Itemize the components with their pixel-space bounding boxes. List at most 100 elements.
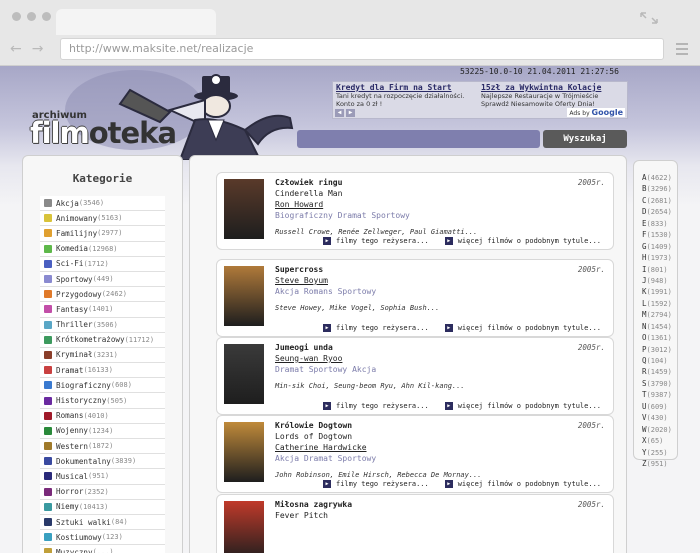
alphabet-letter[interactable]: R(1459) — [634, 367, 677, 378]
category-item[interactable]: Akcja (3546) — [40, 196, 165, 212]
alphabet-letter[interactable]: D(2654) — [634, 207, 677, 218]
minimize-window-button[interactable] — [27, 12, 36, 21]
film-poster[interactable] — [224, 179, 264, 239]
ad-title[interactable]: Kredyt dla Firm na Start — [336, 83, 476, 92]
category-name: Krótkometrażowy — [56, 335, 125, 345]
film-title[interactable]: Miłosna zagrywka — [275, 500, 352, 509]
category-item[interactable]: Thriller (3506) — [40, 317, 165, 333]
category-item[interactable]: Historyczny (505) — [40, 393, 165, 409]
category-item[interactable]: Muzyczny (...) — [40, 545, 165, 553]
alphabet-letter[interactable]: F(1530) — [634, 230, 677, 241]
search-button[interactable]: Wyszukaj — [543, 130, 627, 148]
ad-item[interactable]: Kredyt dla Firm na Start Tani kredyt na … — [336, 83, 476, 108]
film-genres[interactable]: Akcja Dramat Sportowy — [275, 454, 376, 463]
alphabet-letter[interactable]: X(65) — [634, 436, 677, 447]
category-item[interactable]: Sci-Fi (1712) — [40, 256, 165, 272]
alphabet-letter[interactable]: O(1361) — [634, 333, 677, 344]
director-films-link[interactable]: ▶ filmy tego reżysera... — [323, 402, 429, 410]
alphabet-letter[interactable]: S(3790) — [634, 379, 677, 390]
alphabet-letter[interactable]: I(801) — [634, 265, 677, 276]
ad-prev-icon[interactable]: ◀ — [335, 109, 344, 117]
film-genres[interactable]: Dramat Sportowy Akcja — [275, 365, 376, 374]
browser-tab[interactable] — [56, 9, 216, 35]
film-director[interactable]: Ron Howard — [275, 200, 323, 209]
category-item[interactable]: Niemy (10413) — [40, 499, 165, 515]
category-name: Western — [56, 441, 89, 451]
director-films-link[interactable]: ▶ filmy tego reżysera... — [323, 237, 429, 245]
category-item[interactable]: Biograficzny (608) — [40, 378, 165, 394]
category-item[interactable]: Kryminał (3231) — [40, 347, 165, 364]
alphabet-letter[interactable]: A(4622) — [634, 173, 677, 184]
category-item[interactable]: Musical (951) — [40, 469, 165, 485]
logo-part-dark: oteka — [88, 116, 177, 150]
ad-item[interactable]: 15zł za Wykwintna Kolacje Najlepsze Rest… — [481, 83, 621, 108]
maximize-window-button[interactable] — [42, 12, 51, 21]
similar-films-link[interactable]: ▶ więcej filmów o podobnym tytule... — [444, 237, 601, 245]
ad-title[interactable]: 15zł za Wykwintna Kolacje — [481, 83, 621, 92]
film-title[interactable]: Królowie Dogtown — [275, 421, 352, 430]
category-count: (4010) — [83, 411, 109, 420]
alphabet-letter[interactable]: W(2020) — [634, 425, 677, 436]
forward-arrow-icon[interactable]: → — [32, 42, 44, 56]
film-genres[interactable]: Biograficzny Dramat Sportowy — [275, 211, 410, 220]
alphabet-letter[interactable]: Q(104) — [634, 356, 677, 367]
url-bar[interactable]: http://www.maksite.net/realizacje — [60, 38, 664, 60]
alphabet-letter[interactable]: J(948) — [634, 276, 677, 287]
director-films-link[interactable]: ▶ filmy tego reżysera... — [323, 324, 429, 332]
category-item[interactable]: Wojenny (1234) — [40, 423, 165, 439]
category-item[interactable]: Dokumentalny (3839) — [40, 454, 165, 470]
category-item[interactable]: Fantasy (1401) — [40, 302, 165, 318]
logo[interactable]: filmoteka — [30, 116, 177, 150]
category-item[interactable]: Dramat (16133) — [40, 363, 165, 379]
category-item[interactable]: Horror (2352) — [40, 484, 165, 500]
film-poster[interactable] — [224, 266, 264, 326]
alphabet-letter[interactable]: P(3012) — [634, 345, 677, 356]
director-films-link[interactable]: ▶ filmy tego reżysera... — [323, 480, 429, 488]
ads-by-google[interactable]: Ads by Google — [567, 108, 625, 117]
alphabet-letter[interactable]: T(9387) — [634, 390, 677, 401]
film-director[interactable]: Catherine Hardwicke — [275, 443, 367, 452]
close-window-button[interactable] — [12, 12, 21, 21]
category-item[interactable]: Animowany (5163) — [40, 211, 165, 227]
alphabet-letter[interactable]: C(2681) — [634, 196, 677, 207]
alphabet-letter[interactable]: Y(255) — [634, 448, 677, 459]
alphabet-letter[interactable]: Z(951) — [634, 459, 677, 470]
ad-next-icon[interactable]: ▶ — [346, 109, 355, 117]
category-item[interactable]: Krótkometrażowy (11712) — [40, 332, 165, 348]
similar-films-link[interactable]: ▶ więcej filmów o podobnym tytule... — [444, 480, 601, 488]
alphabet-letter[interactable]: U(609) — [634, 402, 677, 413]
film-original-title: Cinderella Man — [275, 189, 343, 198]
similar-films-link[interactable]: ▶ więcej filmów o podobnym tytule... — [444, 402, 601, 410]
category-item[interactable]: Sztuki walki (84) — [40, 514, 165, 531]
film-genres[interactable]: Akcja Romans Sportowy — [275, 287, 376, 296]
film-poster[interactable] — [224, 344, 264, 404]
search-input[interactable] — [297, 130, 540, 148]
similar-films-link[interactable]: ▶ więcej filmów o podobnym tytule... — [444, 324, 601, 332]
alphabet-letter[interactable]: M(2794) — [634, 310, 677, 321]
category-item[interactable]: Przygodowy (2462) — [40, 287, 165, 303]
film-director[interactable]: Steve Boyum — [275, 276, 328, 285]
category-item[interactable]: Western (1872) — [40, 439, 165, 455]
film-poster[interactable] — [224, 422, 264, 482]
category-item[interactable]: Sportowy (449) — [40, 271, 165, 288]
category-item[interactable]: Familijny (2977) — [40, 226, 165, 242]
back-arrow-icon[interactable]: ← — [10, 42, 22, 56]
film-title[interactable]: Człowiek ringu — [275, 178, 342, 187]
film-title[interactable]: Jumeogi unda — [275, 343, 333, 352]
film-poster[interactable] — [224, 501, 264, 553]
alphabet-letter[interactable]: N(1454) — [634, 322, 677, 333]
alphabet-letter[interactable]: H(1973) — [634, 253, 677, 264]
alphabet-letter[interactable]: K(1991) — [634, 287, 677, 298]
alphabet-letter[interactable]: V(430) — [634, 413, 677, 424]
film-title[interactable]: Supercross — [275, 265, 323, 274]
alphabet-letter[interactable]: E(833) — [634, 219, 677, 230]
alphabet-letter[interactable]: G(1409) — [634, 242, 677, 253]
category-item[interactable]: Romans (4010) — [40, 408, 165, 424]
menu-icon[interactable] — [676, 43, 688, 58]
film-director[interactable]: Seung-wan Ryoo — [275, 354, 342, 363]
alphabet-letter[interactable]: B(3296) — [634, 184, 677, 195]
fullscreen-icon[interactable] — [640, 12, 658, 24]
category-item[interactable]: Kostiumowy (123) — [40, 530, 165, 546]
alphabet-letter[interactable]: L(1592) — [634, 299, 677, 310]
category-item[interactable]: Komedia (12968) — [40, 241, 165, 257]
